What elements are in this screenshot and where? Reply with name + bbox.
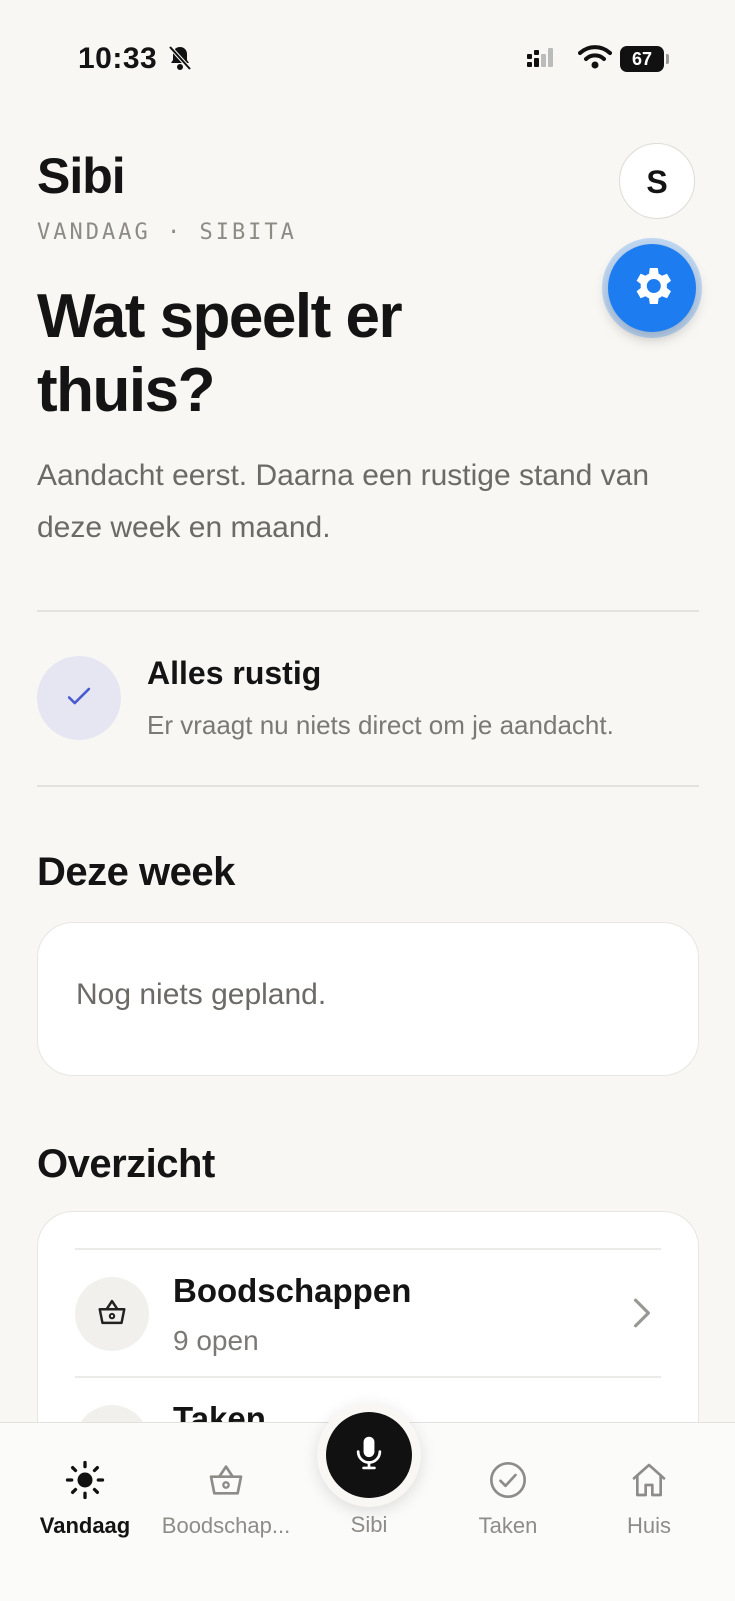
tab-label: Boodschap...: [161, 1513, 291, 1538]
check-circle-icon: [488, 1460, 528, 1505]
basket-icon-badge: [75, 1277, 149, 1351]
status-time: 10:33: [78, 42, 158, 75]
page-headline: Wat speelt er thuis?: [37, 282, 403, 425]
divider: [37, 785, 699, 787]
overview-section-title: Overzicht: [37, 1142, 215, 1186]
tab-label: Taken: [478, 1513, 538, 1538]
tab-vandaag[interactable]: Vandaag: [15, 1460, 155, 1539]
week-section-title: Deze week: [37, 850, 235, 894]
tab-label: Sibi: [350, 1512, 388, 1537]
profile-avatar-button[interactable]: S: [619, 143, 695, 219]
mic-icon: [352, 1434, 386, 1477]
overview-item-subtitle: 9 open: [173, 1325, 259, 1356]
app-title: Sibi: [37, 148, 126, 204]
checkmark-icon: [62, 679, 96, 718]
settings-button[interactable]: [608, 244, 696, 332]
tab-label: Vandaag: [39, 1513, 131, 1538]
basket-icon: [206, 1460, 246, 1505]
context-eyebrow: VANDAAG · SIBITA: [37, 220, 297, 245]
tab-label: Huis: [626, 1513, 671, 1538]
gear-icon: [628, 262, 676, 315]
attention-subtitle: Er vraagt nu niets direct om je aandacht…: [147, 710, 614, 740]
mic-button-core: [326, 1412, 412, 1498]
battery-indicator: 67: [620, 46, 669, 72]
wifi-icon: [578, 44, 612, 75]
status-check-badge: [37, 656, 121, 740]
divider: [75, 1376, 661, 1378]
overview-item-title: Boodschappen: [173, 1272, 412, 1309]
voice-button[interactable]: [317, 1403, 421, 1507]
house-icon: [629, 1460, 669, 1505]
basket-icon: [95, 1297, 129, 1332]
divider: [37, 610, 699, 612]
attention-title: Alles rustig: [147, 655, 322, 691]
week-empty-text: Nog niets gepland.: [76, 978, 327, 1011]
sun-icon: [65, 1460, 105, 1505]
chevron-right-icon: [632, 1297, 652, 1334]
tab-boodschappen[interactable]: Boodschap...: [156, 1460, 296, 1539]
cellular-signal-icon: [527, 48, 555, 75]
bell-muted-icon: [168, 45, 192, 76]
page-subtext: Aandacht eerst. Daarna een rustige stand…: [37, 459, 650, 544]
tab-taken[interactable]: Taken: [438, 1460, 578, 1539]
tab-huis[interactable]: Huis: [579, 1460, 719, 1539]
